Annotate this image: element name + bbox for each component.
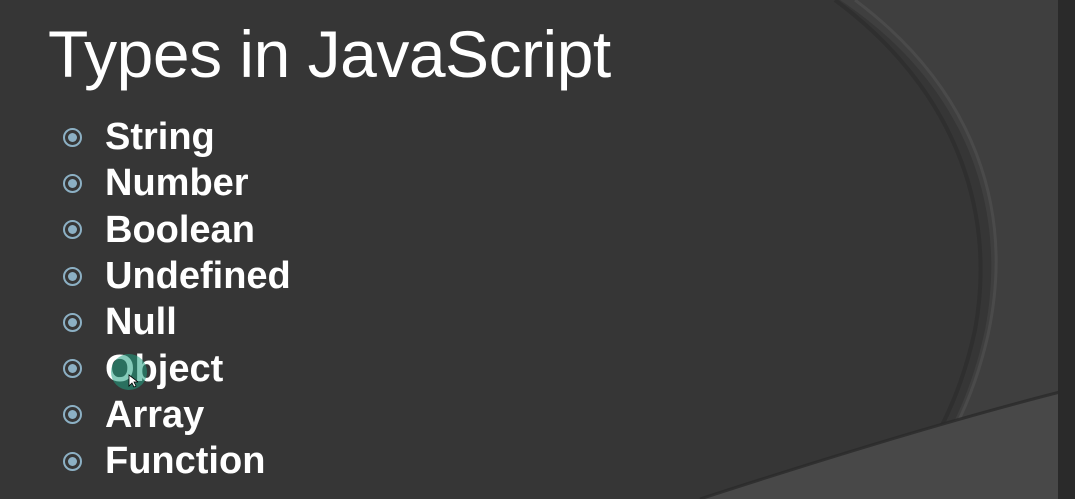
list-item: Undefined bbox=[60, 253, 291, 299]
bullet-list: String Number Boolean Undefined Null Obj… bbox=[60, 114, 291, 484]
list-item: Object bbox=[60, 345, 291, 391]
bullet-label-boolean: Boolean bbox=[105, 208, 255, 251]
circled-dot-bullet-icon bbox=[63, 312, 82, 332]
bullet-label-array: Array bbox=[105, 393, 205, 436]
list-item: Boolean bbox=[60, 207, 291, 253]
circled-dot-bullet-icon bbox=[63, 127, 82, 147]
bullet-label-string: String bbox=[105, 116, 215, 159]
list-item: Function bbox=[60, 438, 291, 484]
bullet-label-undefined: Undefined bbox=[105, 255, 291, 298]
list-item: Number bbox=[60, 160, 291, 206]
circled-dot-bullet-icon bbox=[63, 405, 82, 425]
list-item: Null bbox=[60, 299, 291, 345]
slide-title: Types in JavaScript bbox=[48, 17, 611, 91]
bullet-label-null: Null bbox=[105, 301, 177, 344]
circled-dot-bullet-icon bbox=[63, 173, 82, 193]
circled-dot-bullet-icon bbox=[63, 451, 82, 471]
presentation-slide: Types in JavaScript String Number Boolea… bbox=[0, 0, 1075, 499]
circled-dot-bullet-icon bbox=[63, 266, 82, 286]
bullet-label-number: Number bbox=[105, 162, 249, 205]
bullet-label-function: Function bbox=[105, 440, 266, 483]
circled-dot-bullet-icon bbox=[63, 220, 82, 240]
list-item: String bbox=[60, 114, 291, 160]
circled-dot-bullet-icon bbox=[63, 359, 82, 379]
list-item: Array bbox=[60, 392, 291, 438]
mouse-pointer-icon bbox=[128, 374, 138, 388]
right-edge-strip bbox=[1058, 0, 1075, 499]
